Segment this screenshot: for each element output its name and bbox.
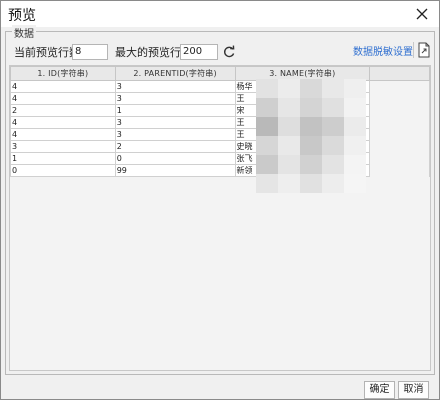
- export-icon: [418, 42, 430, 58]
- table-row[interactable]: 43王: [10, 128, 430, 141]
- cell-id: 4: [10, 80, 116, 93]
- cancel-button[interactable]: 取消: [398, 381, 429, 399]
- current-rows-input[interactable]: 8: [72, 44, 108, 60]
- ok-button[interactable]: 确定: [364, 381, 395, 399]
- cell-parentid: 3: [114, 92, 236, 105]
- table-row[interactable]: 3 2 史晓: [10, 140, 430, 153]
- table-row[interactable]: 43王: [10, 92, 430, 105]
- group-label: 数据: [12, 25, 36, 40]
- table-row[interactable]: 1 0 张飞: [10, 152, 430, 165]
- refresh-icon: [224, 45, 235, 58]
- close-button[interactable]: [411, 3, 433, 25]
- cell-id: 2: [10, 104, 116, 117]
- cell-parentid: 2: [114, 140, 236, 153]
- cell-id: 4: [10, 128, 116, 141]
- cell-id: 4: [10, 92, 116, 105]
- cell-id: 3: [10, 140, 116, 153]
- column-header-id[interactable]: 1. ID(字符串): [10, 66, 116, 81]
- column-header-parentid[interactable]: 2. PARENTID(字符串): [114, 66, 236, 81]
- preview-dialog: 预览 数据 当前预览行数: 8 最大的预览行数: 200 数据脱敏设置 1. I…: [0, 0, 440, 400]
- cell-id: 4: [10, 116, 116, 129]
- cell-parentid: 3: [114, 128, 236, 141]
- title-bar: 预览: [1, 1, 439, 27]
- privacy-mosaic: [256, 79, 366, 196]
- column-header-empty: [369, 66, 430, 81]
- refresh-button[interactable]: [222, 45, 236, 59]
- close-icon: [416, 8, 428, 20]
- table-row[interactable]: 0 99 新领: [10, 164, 430, 177]
- cell-parentid: 1: [114, 104, 236, 117]
- max-rows-input[interactable]: 200: [180, 44, 218, 60]
- table-row[interactable]: 4 3 杨华: [10, 80, 430, 93]
- table-header-row: 1. ID(字符串) 2. PARENTID(字符串) 3. NAME(字符串): [10, 66, 430, 81]
- dialog-title: 预览: [8, 8, 36, 24]
- toolbar-divider: [413, 42, 414, 58]
- preview-table: 1. ID(字符串) 2. PARENTID(字符串) 3. NAME(字符串)…: [9, 65, 431, 371]
- cell-parentid: 0: [114, 152, 236, 165]
- data-desensitize-link[interactable]: 数据脱敏设置: [353, 43, 413, 58]
- cell-parentid: 3: [114, 80, 236, 93]
- table-row[interactable]: 21宋: [10, 104, 430, 117]
- data-group: 数据 当前预览行数: 8 最大的预览行数: 200 数据脱敏设置 1. ID(字…: [5, 25, 435, 375]
- cell-parentid: 99: [114, 164, 236, 177]
- cell-parentid: 3: [114, 116, 236, 129]
- export-button[interactable]: [417, 42, 431, 58]
- cell-id: 0: [10, 164, 116, 177]
- table-row[interactable]: 43王: [10, 116, 430, 129]
- cell-id: 1: [10, 152, 116, 165]
